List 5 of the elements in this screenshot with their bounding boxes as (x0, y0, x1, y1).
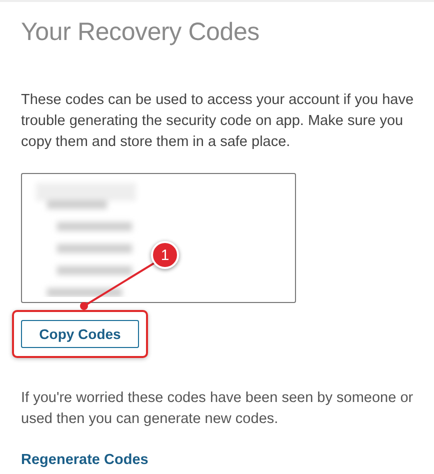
note-text: If you're worried these codes have been seen by someone or used then you can generate new codes. (21, 389, 414, 429)
intro-text: These codes can be used to access your account if you have trouble generating the security code on app. Make sure you copy them and store them in a safe place. (21, 91, 415, 152)
copy-codes-button[interactable]: Copy Codes (21, 320, 139, 348)
page-title: Your Recovery Codes (21, 17, 260, 48)
regenerate-link[interactable]: Regenerate Codes (21, 452, 148, 468)
